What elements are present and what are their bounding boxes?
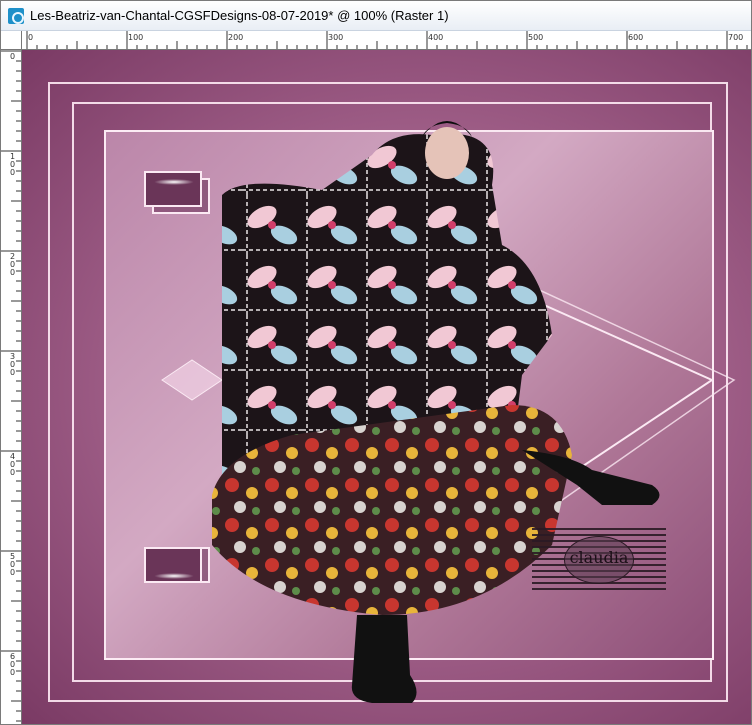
ruler-label-700: 700 xyxy=(728,33,744,42)
vruler-label-100: 100 xyxy=(10,152,16,177)
vruler-label-500: 500 xyxy=(10,552,16,577)
watermark-text: claudia xyxy=(569,548,629,567)
image-document-window[interactable]: Les-Beatriz-van-Chantal-CGSFDesigns-08-0… xyxy=(0,0,752,725)
ruler-label-100: 100 xyxy=(128,33,144,42)
vertical-ruler[interactable]: 0 100 200 300 400 500 600 xyxy=(1,50,22,724)
watermark-logo: claudia xyxy=(532,528,666,594)
window-title: Les-Beatriz-van-Chantal-CGSFDesigns-08-0… xyxy=(30,8,449,23)
ruler-label-300: 300 xyxy=(328,33,344,42)
vruler-label-600: 600 xyxy=(10,652,16,677)
horizontal-ruler[interactable]: 0 100 200 300 400 500 600 700 xyxy=(22,31,751,50)
vruler-label-0: 0 xyxy=(10,52,16,61)
app-icon xyxy=(8,7,24,24)
ruler-corner xyxy=(1,31,22,50)
fashion-model-figure xyxy=(212,121,660,703)
ruler-label-200: 200 xyxy=(228,33,244,42)
ruler-label-400: 400 xyxy=(428,33,444,42)
ruler-label-500: 500 xyxy=(528,33,544,42)
vruler-label-200: 200 xyxy=(10,252,16,277)
image-canvas[interactable]: claudia xyxy=(22,50,751,724)
ruler-label-600: 600 xyxy=(628,33,644,42)
vruler-label-400: 400 xyxy=(10,452,16,477)
window-titlebar[interactable]: Les-Beatriz-van-Chantal-CGSFDesigns-08-0… xyxy=(1,1,751,31)
vruler-label-300: 300 xyxy=(10,352,16,377)
ruler-label-0: 0 xyxy=(28,33,34,42)
